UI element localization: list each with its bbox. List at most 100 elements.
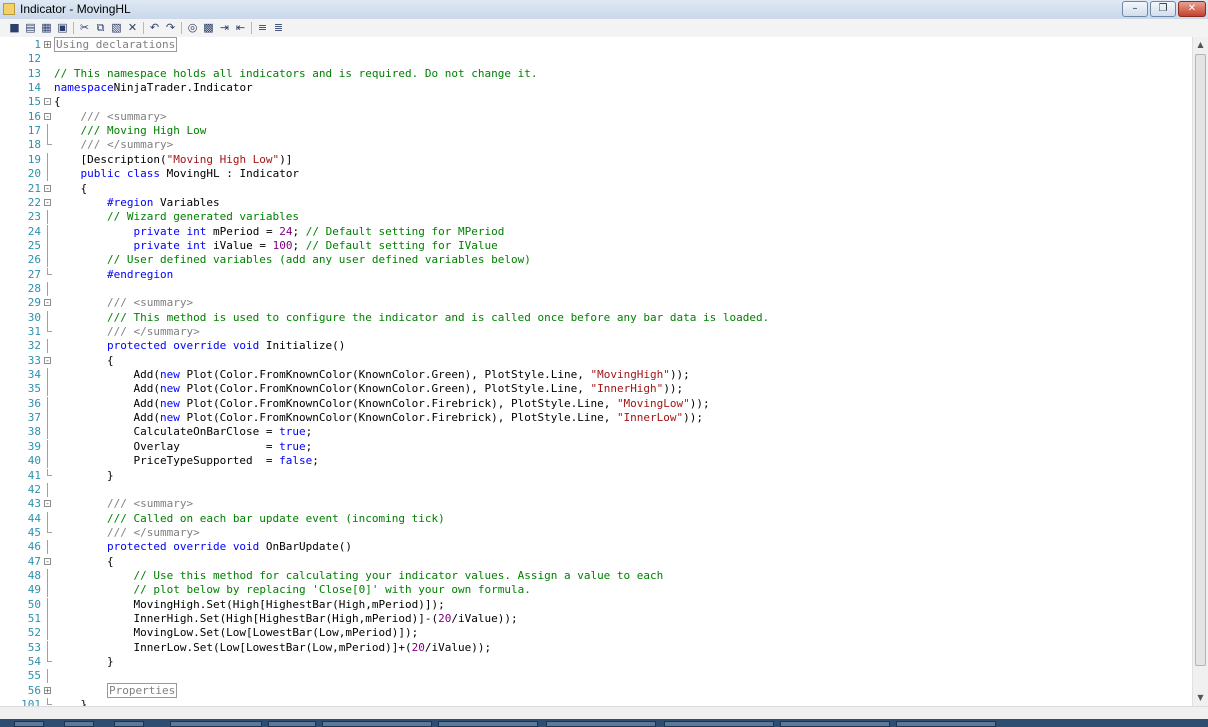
indent-icon[interactable]: ⇥ (218, 21, 231, 34)
code-line[interactable]: 53 InnerLow.Set(Low[LowestBar(Low,mPerio… (0, 640, 1192, 655)
code-line[interactable]: 36 Add(new Plot(Color.FromKnownColor(Kno… (0, 396, 1192, 411)
print-preview-icon[interactable]: ▦ (40, 21, 53, 34)
code-line[interactable]: 38 CalculateOnBarClose = true; (0, 425, 1192, 440)
collapsed-region[interactable]: Using declarations (54, 37, 178, 52)
minimize-button[interactable]: – (1122, 1, 1148, 17)
taskbar-button[interactable] (64, 721, 94, 727)
code-line[interactable]: 41 } (0, 468, 1192, 483)
code-token: /// </summary> (80, 138, 174, 152)
vertical-scrollbar[interactable]: ▲ ▼ (1192, 37, 1208, 706)
code-line[interactable]: 47- { (0, 555, 1192, 569)
code-line[interactable]: 37 Add(new Plot(Color.FromKnownColor(Kno… (0, 411, 1192, 426)
replace-icon[interactable]: ▩ (202, 21, 215, 34)
code-line[interactable]: 51 InnerHigh.Set(High[HighestBar(High,mP… (0, 612, 1192, 626)
copy-icon[interactable]: ⧉ (94, 21, 107, 34)
outdent-icon[interactable]: ⇤ (234, 21, 247, 34)
code-line[interactable]: 20 public class MovingHL : Indicator (0, 167, 1192, 182)
code-line[interactable]: 48 // Use this method for calculating yo… (0, 568, 1192, 583)
code-line[interactable]: 54 } (0, 655, 1192, 669)
code-line[interactable]: 1 + Using declarations (0, 37, 1192, 52)
taskbar-button[interactable] (322, 721, 432, 727)
save-icon[interactable]: ■ (8, 21, 21, 34)
collapse-icon[interactable]: - (44, 184, 51, 192)
code-line[interactable]: 46 protected override void OnBarUpdate() (0, 540, 1192, 555)
code-line[interactable]: 49 // plot below by replacing 'Close[0]'… (0, 583, 1192, 598)
collapse-icon[interactable]: - (44, 500, 51, 508)
code-text: // plot below by replacing 'Close[0]' wi… (54, 583, 530, 597)
cut-icon[interactable]: ✂ (78, 21, 91, 34)
code-line[interactable]: 25 private int iValue = 100; // Default … (0, 238, 1192, 253)
code-line[interactable]: 17 /// Moving High Low (0, 124, 1192, 139)
code-line[interactable]: 24 private int mPeriod = 24; // Default … (0, 224, 1192, 239)
delete-icon[interactable]: ✕ (126, 21, 139, 34)
collapse-icon[interactable]: - (44, 557, 51, 565)
taskbar-button[interactable] (896, 721, 996, 727)
code-line[interactable]: 101 } (0, 698, 1192, 706)
code-line[interactable]: 27 #endregion (0, 267, 1192, 282)
code-line[interactable]: 34 Add(new Plot(Color.FromKnownColor(Kno… (0, 368, 1192, 383)
taskbar-button[interactable] (780, 721, 890, 727)
code-line[interactable]: 12 (0, 52, 1192, 66)
taskbar-button[interactable] (114, 721, 144, 727)
code-line[interactable]: 55 (0, 669, 1192, 684)
collapse-icon[interactable]: - (44, 98, 51, 106)
code-line[interactable]: 26 // User defined variables (add any us… (0, 253, 1192, 268)
close-button[interactable]: ✕ (1178, 1, 1206, 17)
expand-icon[interactable]: + (44, 686, 51, 694)
code-line[interactable]: 19 [Description("Moving High Low")] (0, 152, 1192, 167)
taskbar-button[interactable] (546, 721, 656, 727)
code-token: ; (305, 425, 313, 439)
collapse-icon[interactable]: - (44, 299, 51, 307)
scroll-up-icon[interactable]: ▲ (1193, 37, 1208, 52)
taskbar-button[interactable] (170, 721, 262, 727)
code-line[interactable]: 35 Add(new Plot(Color.FromKnownColor(Kno… (0, 382, 1192, 397)
taskbar-button[interactable] (268, 721, 316, 727)
scrollbar-thumb[interactable] (1195, 54, 1206, 666)
page-setup-icon[interactable]: ▣ (56, 21, 69, 34)
horizontal-scrollbar[interactable] (0, 706, 1208, 719)
code-line[interactable]: 31 /// </summary> (0, 325, 1192, 339)
code-line[interactable]: 50 MovingHigh.Set(High[HighestBar(High,m… (0, 597, 1192, 612)
code-line[interactable]: 23 // Wizard generated variables (0, 210, 1192, 225)
line-number: 56 (27, 683, 41, 697)
taskbar-button[interactable] (438, 721, 538, 727)
code-line[interactable]: 56 + Properties (0, 682, 1192, 698)
code-line[interactable]: 28 (0, 281, 1192, 296)
paste-icon[interactable]: ▧ (110, 21, 123, 34)
code-line[interactable]: 45 /// </summary> (0, 525, 1192, 540)
code-line[interactable]: 16- /// <summary> (0, 110, 1192, 124)
print-icon[interactable]: ▤ (24, 21, 37, 34)
code-line[interactable]: 40 PriceTypeSupported = false; (0, 454, 1192, 469)
code-text: MovingHigh.Set(High[HighestBar(High,mPer… (54, 598, 444, 612)
code-line[interactable]: 43- /// <summary> (0, 497, 1192, 511)
collapse-icon[interactable]: - (44, 112, 51, 120)
collapsed-region[interactable]: Properties (106, 682, 178, 698)
code-line[interactable]: 13 // This namespace holds all indicators… (0, 67, 1192, 81)
comment-icon[interactable]: ≡ (256, 21, 269, 34)
code-line[interactable]: 52 MovingLow.Set(Low[LowestBar(Low,mPeri… (0, 626, 1192, 641)
code-line[interactable]: 44 /// Called on each bar update event (… (0, 511, 1192, 526)
uncomment-icon[interactable]: ≣ (272, 21, 285, 34)
undo-icon[interactable]: ↶ (148, 21, 161, 34)
collapse-icon[interactable]: - (44, 356, 51, 364)
code-line[interactable]: 42 (0, 482, 1192, 497)
maximize-button[interactable]: ❐ (1150, 1, 1176, 17)
code-line[interactable]: 18 /// </summary> (0, 138, 1192, 152)
code-editor[interactable]: 1 + Using declarations 12 13// This namespac… (0, 37, 1192, 706)
expand-icon[interactable]: + (44, 41, 51, 49)
code-line[interactable]: 33- { (0, 354, 1192, 368)
code-line[interactable]: 22- #region Variables (0, 196, 1192, 210)
redo-icon[interactable]: ↷ (164, 21, 177, 34)
collapse-icon[interactable]: - (44, 198, 51, 206)
code-line[interactable]: 39 Overlay = true; (0, 439, 1192, 454)
code-line[interactable]: 21- { (0, 182, 1192, 196)
taskbar-button[interactable] (14, 721, 44, 727)
code-line[interactable]: 32 protected override void Initialize() (0, 339, 1192, 354)
code-line[interactable]: 15-{ (0, 95, 1192, 109)
code-line[interactable]: 30 /// This method is used to configure … (0, 310, 1192, 325)
find-icon[interactable]: ◎ (186, 21, 199, 34)
code-line[interactable]: 14 namespaceNinjaTrader.Indicator (0, 81, 1192, 95)
taskbar-button[interactable] (664, 721, 774, 727)
scroll-down-icon[interactable]: ▼ (1193, 690, 1208, 705)
code-line[interactable]: 29- /// <summary> (0, 296, 1192, 310)
